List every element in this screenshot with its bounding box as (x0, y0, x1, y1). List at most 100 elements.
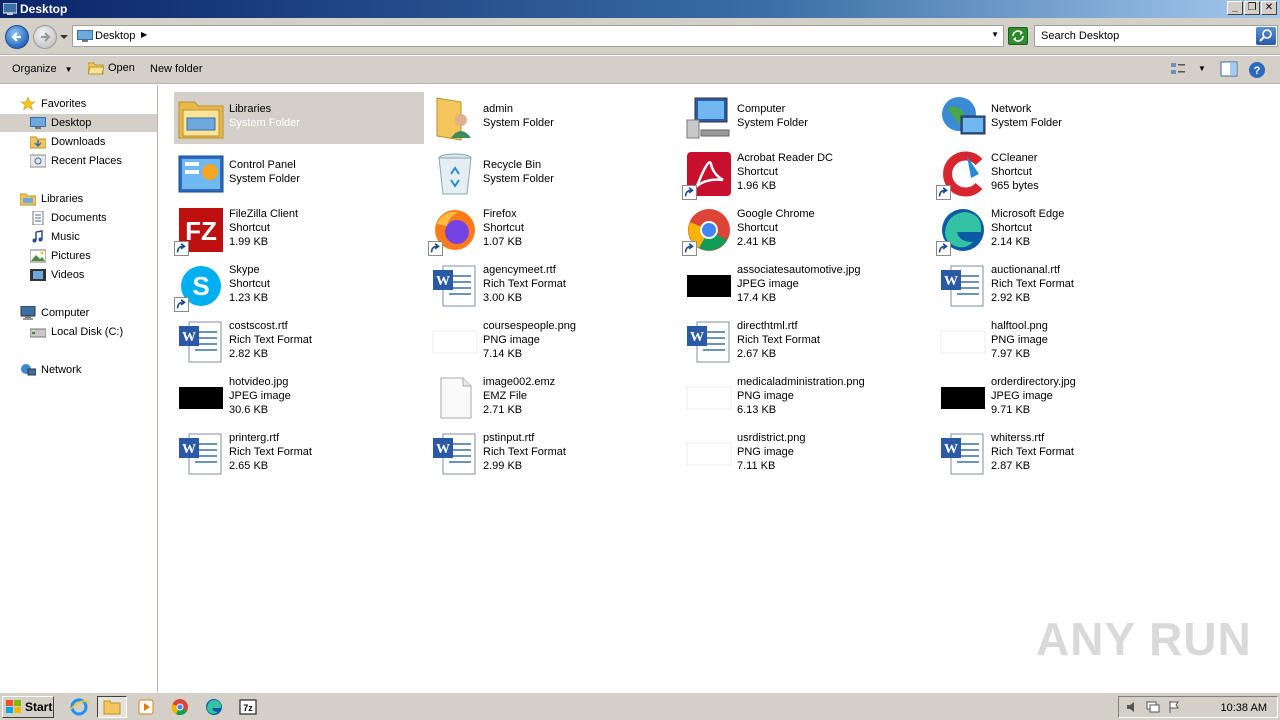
address-dropdown-icon[interactable]: ▼ (991, 30, 999, 39)
file-name: orderdirectory.jpg (991, 376, 1076, 388)
file-size: 2.99 KB (483, 460, 523, 472)
taskbar-media-player-button[interactable] (131, 696, 161, 718)
address-bar[interactable]: Desktop ▶ ▼ (72, 25, 1004, 47)
title-bar[interactable]: Desktop _ ❐ ✕ (0, 0, 1280, 18)
taskbar-chrome-button[interactable] (165, 696, 195, 718)
file-item-admin[interactable]: admin System Folder (428, 92, 678, 144)
file-type: Shortcut (229, 222, 270, 234)
file-type: System Folder (229, 117, 300, 129)
forward-button[interactable] (33, 25, 57, 49)
file-item-network[interactable]: Network System Folder (936, 92, 1186, 144)
file-size: 2.87 KB (991, 460, 1031, 472)
volume-icon[interactable] (1125, 700, 1139, 714)
nav-pictures[interactable]: Pictures (30, 247, 91, 265)
nav-documents[interactable]: Documents (30, 209, 107, 227)
file-item-libraries[interactable]: Libraries System Folder (174, 92, 424, 144)
nav-videos-label: Videos (51, 269, 85, 281)
file-item-medicaladministration[interactable]: medicaladministration.png PNG image 6.13… (682, 372, 932, 424)
nav-music[interactable]: Music (30, 228, 80, 246)
search-input[interactable] (1035, 26, 1253, 46)
svg-text:FZ: FZ (185, 216, 217, 246)
view-options-dropdown-icon[interactable]: ▼ (1198, 64, 1206, 73)
new-folder-button[interactable]: New folder (150, 63, 203, 75)
close-button[interactable]: ✕ (1261, 1, 1277, 15)
breadcrumb-arrow-icon[interactable]: ▶ (141, 30, 147, 39)
file-item-orderdirectory[interactable]: orderdirectory.jpg JPEG image 9.71 KB (936, 372, 1186, 424)
blank-file-icon (440, 377, 472, 419)
file-item-acrobat[interactable]: Acrobat Reader DC Shortcut 1.96 KB (682, 148, 932, 200)
file-name: halftool.png (991, 320, 1048, 332)
file-item-coursespeople[interactable]: coursespeople.png PNG image 7.14 KB (428, 316, 678, 368)
file-name: admin (483, 103, 513, 115)
file-name: Network (991, 103, 1032, 115)
file-item-hotvideo[interactable]: hotvideo.jpg JPEG image 30.6 KB (174, 372, 424, 424)
nav-downloads[interactable]: Downloads (30, 133, 105, 151)
nav-network[interactable]: Network (20, 361, 81, 379)
file-item-skype[interactable]: S Skype Shortcut 1.23 KB (174, 260, 424, 312)
file-name: Recycle Bin (483, 159, 542, 171)
file-item-recycle-bin[interactable]: Recycle Bin System Folder (428, 148, 678, 200)
organize-label: Organize (12, 63, 57, 75)
file-item-control-panel[interactable]: Control Panel System Folder (174, 148, 424, 200)
network-tray-icon[interactable] (1145, 700, 1161, 714)
nav-favorites[interactable]: Favorites (20, 95, 86, 113)
file-item-printerg[interactable]: W printerg.rtf Rich Text Format 2.65 KB (174, 428, 424, 480)
file-item-directhtml[interactable]: W directhtml.rtf Rich Text Format 2.67 K… (682, 316, 932, 368)
help-icon[interactable]: ? (1248, 61, 1266, 79)
back-button[interactable] (5, 25, 29, 49)
preview-pane-icon[interactable] (1220, 61, 1238, 77)
libraries-icon (20, 193, 36, 206)
file-item-pstinput[interactable]: W pstinput.rtf Rich Text Format 2.99 KB (428, 428, 678, 480)
refresh-button[interactable] (1008, 27, 1028, 45)
file-item-associatesautomotive[interactable]: associatesautomotive.jpg JPEG image 17.4… (682, 260, 932, 312)
svg-text:S: S (192, 271, 209, 301)
open-button[interactable]: Open (88, 61, 135, 75)
file-name: pstinput.rtf (483, 432, 535, 444)
minimize-button[interactable]: _ (1227, 1, 1243, 15)
breadcrumb-desktop[interactable]: Desktop (95, 30, 135, 42)
taskbar-edge-button[interactable] (199, 696, 229, 718)
network-icon (21, 364, 36, 376)
organize-button[interactable]: Organize ▼ (12, 63, 73, 75)
nav-recent-places[interactable]: Recent Places (30, 152, 122, 170)
svg-text:W: W (944, 274, 958, 289)
media-player-icon (138, 699, 154, 715)
file-name: usrdistrict.png (737, 432, 806, 444)
file-list: Libraries System Folder admin System Fol… (159, 85, 1280, 692)
taskbar-ie-button[interactable] (64, 696, 94, 718)
file-size: 2.41 KB (737, 236, 777, 248)
action-center-flag-icon[interactable] (1167, 700, 1181, 714)
file-item-whiterss[interactable]: W whiterss.rtf Rich Text Format 2.87 KB (936, 428, 1186, 480)
taskbar-explorer-button[interactable] (97, 696, 127, 718)
file-item-auctionanal[interactable]: W auctionanal.rtf Rich Text Format 2.92 … (936, 260, 1186, 312)
nav-desktop[interactable]: Desktop (0, 114, 157, 132)
file-item-chrome[interactable]: Google Chrome Shortcut 2.41 KB (682, 204, 932, 256)
file-type: JPEG image (229, 390, 291, 402)
documents-icon (32, 211, 44, 225)
file-item-computer[interactable]: Computer System Folder (682, 92, 932, 144)
file-item-firefox[interactable]: Firefox Shortcut 1.07 KB (428, 204, 678, 256)
file-item-usrdistrict[interactable]: usrdistrict.png PNG image 7.11 KB (682, 428, 932, 480)
file-size: 2.65 KB (229, 460, 269, 472)
recent-pages-dropdown-icon[interactable] (59, 32, 69, 42)
file-name: associatesautomotive.jpg (737, 264, 861, 276)
file-item-filezilla[interactable]: FZ FileZilla Client Shortcut 1.99 KB (174, 204, 424, 256)
file-item-halftool[interactable]: halftool.png PNG image 7.97 KB (936, 316, 1186, 368)
clock[interactable]: 10:38 AM (1221, 702, 1267, 714)
restore-button[interactable]: ❐ (1244, 1, 1260, 15)
nav-videos[interactable]: Videos (30, 266, 84, 284)
file-item-costscost[interactable]: W costscost.rtf Rich Text Format 2.82 KB (174, 316, 424, 368)
taskbar-7zip-button[interactable]: 7z (233, 696, 263, 718)
file-item-edge[interactable]: Microsoft Edge Shortcut 2.14 KB (936, 204, 1186, 256)
file-item-image002[interactable]: image002.emz EMZ File 2.71 KB (428, 372, 678, 424)
file-item-ccleaner[interactable]: CCleaner Shortcut 965 bytes (936, 148, 1186, 200)
jpeg-thumbnail-icon (687, 275, 731, 297)
nav-local-disk[interactable]: Local Disk (C:) (30, 323, 123, 341)
search-button[interactable] (1256, 27, 1276, 45)
file-item-agencymeet[interactable]: W agencymeet.rtf Rich Text Format 3.00 K… (428, 260, 678, 312)
nav-libraries[interactable]: Libraries (20, 190, 83, 208)
nav-computer[interactable]: Computer (20, 304, 89, 322)
start-button[interactable]: Start (2, 696, 54, 718)
svg-text:W: W (182, 442, 196, 457)
change-view-icon[interactable] (1170, 61, 1186, 77)
